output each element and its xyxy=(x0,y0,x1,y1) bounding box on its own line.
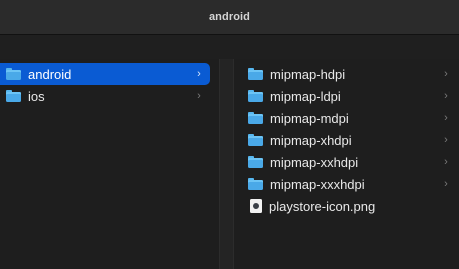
chevron-right-icon: › xyxy=(444,178,448,190)
folder-icon xyxy=(248,134,263,146)
folder-row-mipmap-mdpi[interactable]: mipmap-mdpi › xyxy=(248,107,459,129)
column-2[interactable]: mipmap-hdpi › mipmap-ldpi › mipmap-mdpi … xyxy=(234,59,459,269)
finder-window: android android › ios › mipmap-hdpi › mi… xyxy=(0,0,459,269)
folder-row-mipmap-xxxhdpi[interactable]: mipmap-xxxhdpi › xyxy=(248,173,459,195)
chevron-right-icon: › xyxy=(444,90,448,102)
folder-row-android[interactable]: android › xyxy=(0,63,210,85)
chevron-right-icon: › xyxy=(197,68,201,80)
folder-icon xyxy=(248,112,263,124)
toolbar-strip xyxy=(0,34,459,60)
chevron-right-icon: › xyxy=(444,156,448,168)
chevron-right-icon: › xyxy=(444,112,448,124)
chevron-right-icon: › xyxy=(197,90,201,102)
column-gutter xyxy=(220,59,233,269)
folder-label: mipmap-hdpi xyxy=(270,66,346,82)
folder-row-mipmap-xxhdpi[interactable]: mipmap-xxhdpi › xyxy=(248,151,459,173)
folder-label: mipmap-xxhdpi xyxy=(270,154,359,170)
folder-label: mipmap-xhdpi xyxy=(270,132,352,148)
chevron-right-icon: › xyxy=(444,68,448,80)
folder-icon xyxy=(248,68,263,80)
chevron-right-icon: › xyxy=(444,134,448,146)
folder-icon xyxy=(6,68,21,80)
folder-icon xyxy=(6,90,21,102)
folder-row-ios[interactable]: ios › xyxy=(0,85,210,107)
folder-label: mipmap-mdpi xyxy=(270,110,349,126)
file-row-playstore-icon[interactable]: playstore-icon.png xyxy=(248,195,459,217)
folder-label: android xyxy=(28,66,72,82)
window-title: android xyxy=(208,11,251,23)
title-bar[interactable]: android xyxy=(0,0,459,34)
image-file-icon xyxy=(250,199,262,213)
file-label: playstore-icon.png xyxy=(269,198,376,214)
folder-label: ios xyxy=(28,88,45,104)
folder-label: mipmap-ldpi xyxy=(270,88,341,104)
folder-icon xyxy=(248,156,263,168)
folder-icon xyxy=(248,178,263,190)
folder-label: mipmap-xxxhdpi xyxy=(270,176,365,192)
folder-row-mipmap-hdpi[interactable]: mipmap-hdpi › xyxy=(248,63,459,85)
folder-icon xyxy=(248,90,263,102)
folder-row-mipmap-xhdpi[interactable]: mipmap-xhdpi › xyxy=(248,129,459,151)
column-1[interactable]: android › ios › xyxy=(0,59,219,269)
folder-row-mipmap-ldpi[interactable]: mipmap-ldpi › xyxy=(248,85,459,107)
